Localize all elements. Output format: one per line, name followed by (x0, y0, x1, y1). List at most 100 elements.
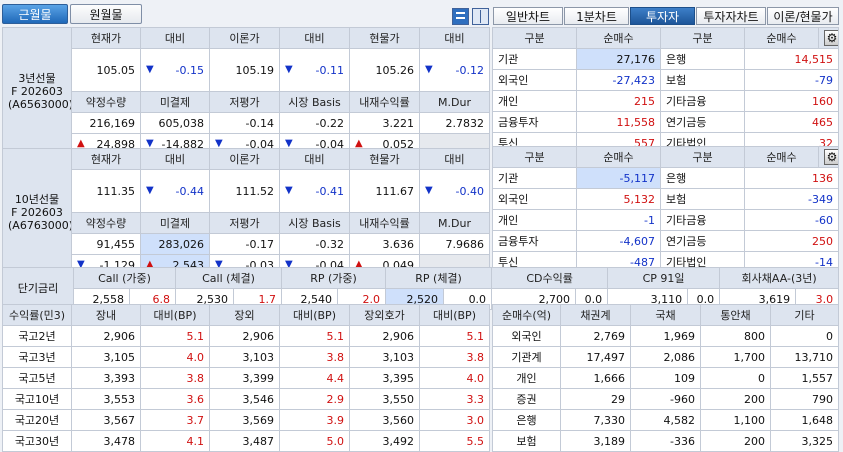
col-header: 순매수 (576, 146, 661, 168)
investor-label: 금융투자 (492, 111, 577, 133)
table-row: 국고5년 3,393 3.8 3,399 4.4 3,395 4.0 (2, 367, 490, 389)
col-header: 순매수 (744, 146, 819, 168)
col-header: 기타 (770, 304, 839, 326)
col-header: M.Dur (419, 91, 490, 113)
bond-value: 29 (560, 388, 631, 410)
layout-split-icon[interactable] (472, 8, 489, 25)
col-header: 이론가 (209, 27, 280, 49)
yield-value: 3,399 (209, 367, 280, 389)
yield-change: 5.5 (419, 430, 490, 452)
col-header: 이론가 (209, 148, 280, 170)
down-arrow-icon: ▼ (285, 184, 293, 196)
tab-investor-chart[interactable]: 투자자차트 (696, 7, 766, 25)
current-price: 105.05 (71, 48, 141, 92)
mdur: 2.7832 (419, 112, 490, 134)
col-header: 시장 Basis (279, 212, 350, 234)
table-row: 보험 3,189 -336 200 3,325 (492, 430, 839, 452)
yield-change: 3.8 (279, 346, 350, 368)
settings-button[interactable]: ⚙ (818, 27, 839, 49)
undervaluation: -0.14 (209, 112, 280, 134)
volume: 216,169 (71, 112, 141, 134)
up-arrow-icon: ▲ (355, 137, 363, 149)
contract-tabs: 근월물 원월물 (2, 4, 142, 24)
net-buy: -27,423 (576, 69, 661, 91)
bond-name: 국고5년 (2, 367, 72, 389)
col-header: Call (가중) (72, 267, 177, 289)
bond-value: 2,769 (560, 325, 631, 347)
investor-label: 기관 (492, 167, 577, 189)
bond-value: 200 (700, 388, 771, 410)
tab-recent-month[interactable]: 근월물 (2, 4, 68, 24)
tab-1min-chart[interactable]: 1분차트 (564, 7, 629, 25)
investor-label: 기관계 (492, 346, 561, 368)
tab-theory-spot[interactable]: 이론/현물가 (767, 7, 839, 25)
investor-label: 은행 (660, 167, 745, 189)
bond-value: 1,700 (700, 346, 771, 368)
investor-label: 금융투자 (492, 230, 577, 252)
change-cell: ▼ -0.41 (279, 169, 350, 213)
investor-label: 외국인 (492, 188, 577, 210)
yield-change: 4.0 (419, 367, 490, 389)
yield-change: 3.8 (140, 367, 210, 389)
table-row: 개인 1,666 109 0 1,557 (492, 367, 839, 389)
spot-price: 111.67 (349, 169, 420, 213)
net-buy: -79 (744, 69, 839, 91)
volume: 91,455 (71, 233, 141, 255)
col-header: 대비 (140, 27, 210, 49)
down-arrow-icon: ▼ (146, 137, 154, 149)
yield-change: 5.1 (279, 325, 350, 347)
yield-change: 3.6 (140, 388, 210, 410)
net-buy: -349 (744, 188, 839, 210)
futures-name: 10년선물 F 202603 (A6763000) (2, 148, 72, 276)
investor-label: 증권 (492, 388, 561, 410)
settings-button[interactable]: ⚙ (818, 146, 839, 168)
table-row: 국고2년 2,906 5.1 2,906 5.1 2,906 5.1 (2, 325, 490, 347)
table-row: 국고10년 3,553 3.6 3,546 2.9 3,550 3.3 (2, 388, 490, 410)
net-buy: -60 (744, 209, 839, 231)
col-header: 대비(BP) (279, 304, 350, 326)
investor-table-3y: 구분 순매수 구분 순매수 ⚙ 기관 27,176 은행 14,515 외국인 … (492, 27, 839, 154)
yield-change: 3.0 (419, 409, 490, 431)
table-row: 국고20년 3,567 3.7 3,569 3.9 3,560 3.0 (2, 409, 490, 431)
col-header: 시장 Basis (279, 91, 350, 113)
bond-value: 1,100 (700, 409, 771, 431)
col-header: 내재수익률 (349, 91, 420, 113)
investor-label: 개인 (492, 367, 561, 389)
yield-change: 4.4 (279, 367, 350, 389)
yield-value: 3,103 (349, 346, 420, 368)
col-header: 순매수 (576, 27, 661, 49)
investor-label: 연기금등 (660, 111, 745, 133)
investor-label: 외국인 (492, 325, 561, 347)
spot-price: 105.26 (349, 48, 420, 92)
yield-change: 2.9 (279, 388, 350, 410)
net-buy: 465 (744, 111, 839, 133)
bond-value: 13,710 (770, 346, 839, 368)
tab-general-chart[interactable]: 일반차트 (493, 7, 563, 25)
yield-value: 3,546 (209, 388, 280, 410)
yield-change: 3.8 (419, 346, 490, 368)
col-header: 대비(BP) (140, 304, 210, 326)
yield-value: 3,569 (209, 409, 280, 431)
yield-value: 2,906 (349, 325, 420, 347)
col-header: 채권계 (560, 304, 631, 326)
down-arrow-icon: ▼ (285, 63, 293, 75)
col-header: 미결제 (140, 212, 210, 234)
layout-grid-icon[interactable] (452, 8, 469, 25)
col-header: 순매수(억) (492, 304, 561, 326)
col-header: 현재가 (71, 148, 141, 170)
col-header: 현물가 (349, 27, 420, 49)
tab-investor[interactable]: 투자자 (630, 7, 695, 25)
net-buy: 14,515 (744, 48, 839, 70)
change-cell: ▼ -0.12 (419, 48, 490, 92)
tab-far-month[interactable]: 원월물 (70, 4, 142, 24)
col-header: CD수익률 (491, 267, 609, 289)
yield-value: 3,550 (349, 388, 420, 410)
yield-value: 3,478 (71, 430, 141, 452)
yield-change: 3.3 (419, 388, 490, 410)
col-header: 현물가 (349, 148, 420, 170)
yield-change: 4.0 (140, 346, 210, 368)
col-header: RP (체결) (385, 267, 493, 289)
bond-value: 800 (700, 325, 771, 347)
col-header: 장내 (71, 304, 141, 326)
bond-name: 국고20년 (2, 409, 72, 431)
